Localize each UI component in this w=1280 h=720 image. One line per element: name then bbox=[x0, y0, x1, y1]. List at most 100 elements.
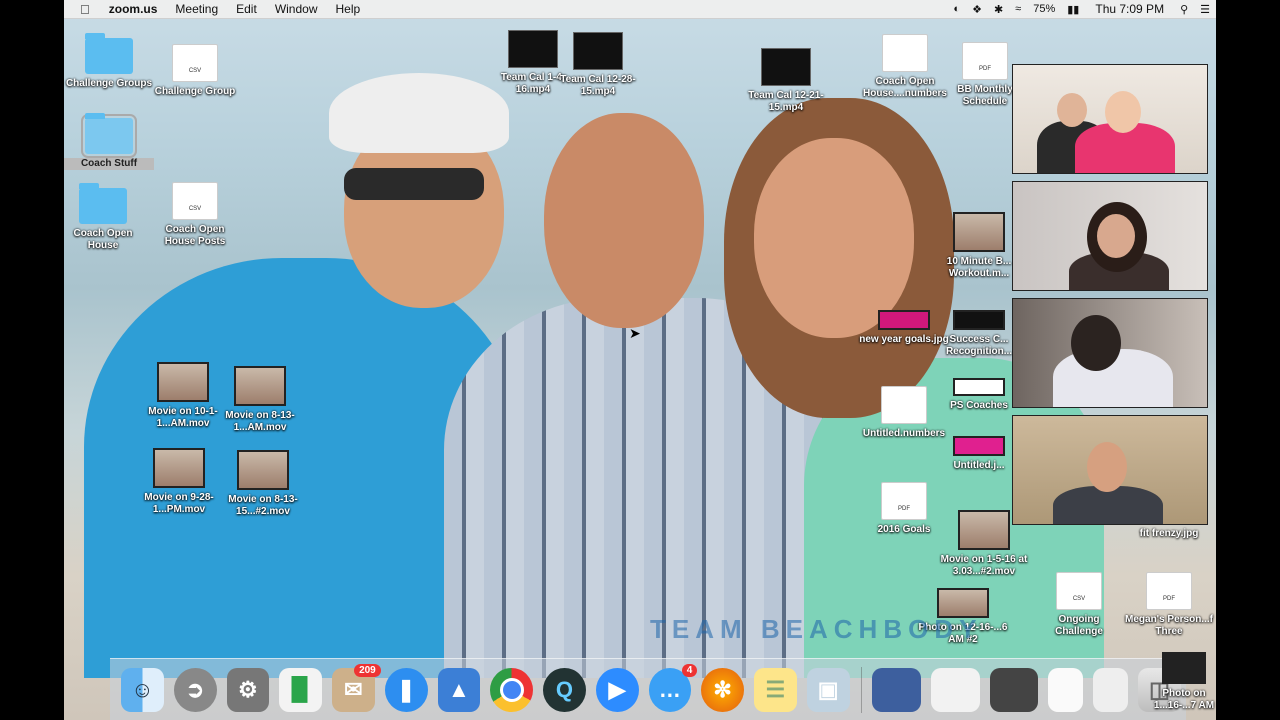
icon-label: Ongoing Challenge bbox=[1055, 614, 1103, 637]
csv-file-icon: CSV bbox=[172, 182, 218, 220]
desktop-icon-pdf[interactable]: PDF 2016 Goals bbox=[859, 482, 949, 536]
video-tile[interactable] bbox=[1012, 415, 1208, 525]
chrome-icon[interactable] bbox=[490, 668, 533, 712]
icon-label: Megan's Person...f Three bbox=[1125, 614, 1213, 637]
file-type-tag: CSV bbox=[188, 206, 202, 212]
desktop-icon-pdf[interactable]: PDF Megan's Person...f Three bbox=[1124, 572, 1214, 638]
zoom-video-panel[interactable] bbox=[1012, 64, 1208, 532]
file-type-tag: PDF bbox=[979, 66, 991, 72]
desktop:  zoom.us Meeting Edit Window Help ◐ ❖ ✱… bbox=[64, 0, 1216, 720]
icon-label: Movie on 9-28-1...PM.mov bbox=[144, 492, 214, 515]
bluetooth-icon[interactable]: ✱ bbox=[988, 3, 1009, 16]
notes-icon[interactable]: ☰ bbox=[754, 668, 797, 712]
cap bbox=[329, 73, 509, 153]
image-thumbnail bbox=[953, 310, 1005, 330]
desktop-icon-folder[interactable]: Coach Open House bbox=[64, 183, 148, 252]
battery-icon[interactable]: ▮▮ bbox=[1061, 3, 1085, 16]
video-file-icon bbox=[508, 30, 558, 68]
desktop-icon-csv[interactable]: CSV Coach Open House Posts bbox=[150, 182, 240, 248]
file-type-tag: PDF bbox=[1163, 596, 1175, 602]
desktop-icon-doc[interactable]: Coach Open House....numbers bbox=[860, 34, 950, 100]
numbers-icon[interactable]: ▉ bbox=[279, 668, 322, 712]
watermark-text: TEAM BEACHBODY bbox=[650, 614, 983, 644]
zoom-icon[interactable]: ▶ bbox=[595, 668, 639, 712]
desktop-icon-doc[interactable]: Untitled.numbers bbox=[859, 386, 949, 440]
movie-thumbnail bbox=[237, 450, 289, 490]
desktop-icon-video[interactable]: Team Cal 12-28-15.mp4 bbox=[553, 32, 643, 98]
icon-label: PS Coaches bbox=[950, 400, 1008, 411]
movie-thumbnail bbox=[153, 448, 205, 488]
photo-thumbnail bbox=[1162, 652, 1206, 684]
numbers-file-icon bbox=[882, 34, 928, 72]
desktop-icon-video[interactable]: Team Cal 12-21-15.mp4 bbox=[741, 48, 831, 114]
movie-thumbnail bbox=[234, 366, 286, 406]
launchpad-icon[interactable]: ➲ bbox=[173, 668, 217, 712]
apple-menu-icon[interactable]:  bbox=[64, 2, 100, 17]
desktop-icon-folder[interactable]: Challenge Groups bbox=[64, 33, 154, 90]
desktop-icon-thumb[interactable]: Untitled.j... bbox=[944, 436, 1014, 472]
minimized-window-icon[interactable] bbox=[1093, 668, 1129, 712]
desktop-icon-thumb[interactable]: Movie on 8-13-1...AM.mov bbox=[215, 366, 305, 434]
timemachine-icon[interactable]: ◐ bbox=[947, 3, 966, 15]
messages-icon[interactable]: … 4 bbox=[648, 664, 698, 712]
desktop-icon-thumb[interactable]: Movie on 9-28-1...PM.mov bbox=[134, 448, 224, 516]
icon-label: Success C... Recognition... bbox=[945, 334, 1013, 357]
firefox-icon[interactable]: ✼ bbox=[701, 668, 744, 712]
icon-label: Coach Open House Posts bbox=[164, 224, 226, 247]
menu-help[interactable]: Help bbox=[327, 2, 370, 16]
finder-icon[interactable]: ☺ bbox=[121, 668, 164, 712]
desktop-icon-thumb[interactable]: Movie on 8-13-15...#2.mov bbox=[218, 450, 308, 518]
mail-icon[interactable]: ✉ 209 bbox=[332, 664, 381, 712]
minimized-window-icon[interactable] bbox=[872, 668, 922, 712]
safari-icon[interactable]: ❚ bbox=[384, 668, 428, 712]
dock-separator bbox=[860, 667, 862, 713]
icon-label: 2016 Goals bbox=[877, 524, 931, 535]
icon-label: Coach Open House....numbers bbox=[863, 76, 947, 99]
minimized-window-icon[interactable] bbox=[989, 668, 1039, 712]
desktop-icon-thumb[interactable]: new year goals.jpg bbox=[859, 310, 949, 346]
desktop-icon-folder-selected[interactable]: Coach Stuff bbox=[64, 113, 154, 170]
pdf-file-icon: PDF bbox=[1146, 572, 1192, 610]
dropbox-icon[interactable]: ❖ bbox=[966, 3, 988, 16]
dock: ☺ ➲ ⚙ ▉ ✉ 209 ❚ ▲ Q ▶ … 4 ✼ ☰ ▣ ◫ bbox=[110, 658, 1186, 720]
desktop-icon-thumb[interactable]: Success C... Recognition... bbox=[944, 310, 1014, 358]
video-tile[interactable] bbox=[1012, 64, 1208, 174]
numbers-file-icon bbox=[881, 386, 927, 424]
clock[interactable]: Thu 7:09 PM bbox=[1085, 2, 1174, 16]
mouse-cursor-icon: ➤ bbox=[629, 325, 641, 341]
keynote-icon[interactable]: ▲ bbox=[437, 668, 481, 712]
movie-thumbnail bbox=[953, 212, 1005, 252]
wifi-icon[interactable]: ≈ bbox=[1009, 3, 1027, 15]
notification-center-icon[interactable]: ☰ bbox=[1194, 3, 1216, 16]
participant-head bbox=[1097, 214, 1135, 258]
battery-percent[interactable]: 75% bbox=[1027, 3, 1061, 15]
icon-label: Coach Stuff bbox=[64, 158, 154, 170]
desktop-icon-thumb[interactable]: 10 Minute B... Workout.m... bbox=[944, 212, 1014, 280]
status-area: ◐ ❖ ✱ ≈ 75% ▮▮ Thu 7:09 PM ⚲ ☰ bbox=[947, 2, 1216, 16]
preview-icon[interactable]: ▣ bbox=[806, 668, 850, 712]
file-type-tag: CSV bbox=[1072, 596, 1086, 602]
spotlight-search-icon[interactable]: ⚲ bbox=[1174, 3, 1194, 16]
desktop-icon-thumb[interactable]: PS Coaches bbox=[944, 378, 1014, 412]
icon-label: Challenge Groups bbox=[65, 78, 153, 89]
menu-meeting[interactable]: Meeting bbox=[166, 2, 227, 16]
icon-label: Untitled.j... bbox=[953, 460, 1005, 471]
menu-window[interactable]: Window bbox=[266, 2, 327, 16]
desktop-icon-csv[interactable]: CSV Challenge Group bbox=[150, 44, 240, 98]
video-tile[interactable] bbox=[1012, 298, 1208, 408]
icon-label: BB Monthly Schedule bbox=[957, 84, 1013, 107]
video-tile[interactable] bbox=[1012, 181, 1208, 291]
menu-edit[interactable]: Edit bbox=[227, 2, 266, 16]
folder-icon bbox=[79, 183, 127, 224]
desktop-icon-thumb[interactable]: Photo on 1...16-...7 AM bbox=[1152, 652, 1216, 712]
quicktime-icon[interactable]: Q bbox=[543, 668, 586, 712]
menu-app-name[interactable]: zoom.us bbox=[100, 2, 167, 16]
messages-badge: 4 bbox=[681, 664, 698, 677]
minimized-window-icon[interactable] bbox=[1048, 668, 1084, 712]
minimized-window-icon[interactable] bbox=[931, 668, 980, 712]
participant-head bbox=[1105, 91, 1141, 133]
desktop-icon-pdf[interactable]: PDF BB Monthly Schedule bbox=[950, 42, 1020, 108]
system-preferences-icon[interactable]: ⚙ bbox=[226, 668, 270, 712]
folder-icon bbox=[81, 113, 137, 158]
desktop-icon-csv[interactable]: CSV Ongoing Challenge bbox=[1034, 572, 1124, 638]
